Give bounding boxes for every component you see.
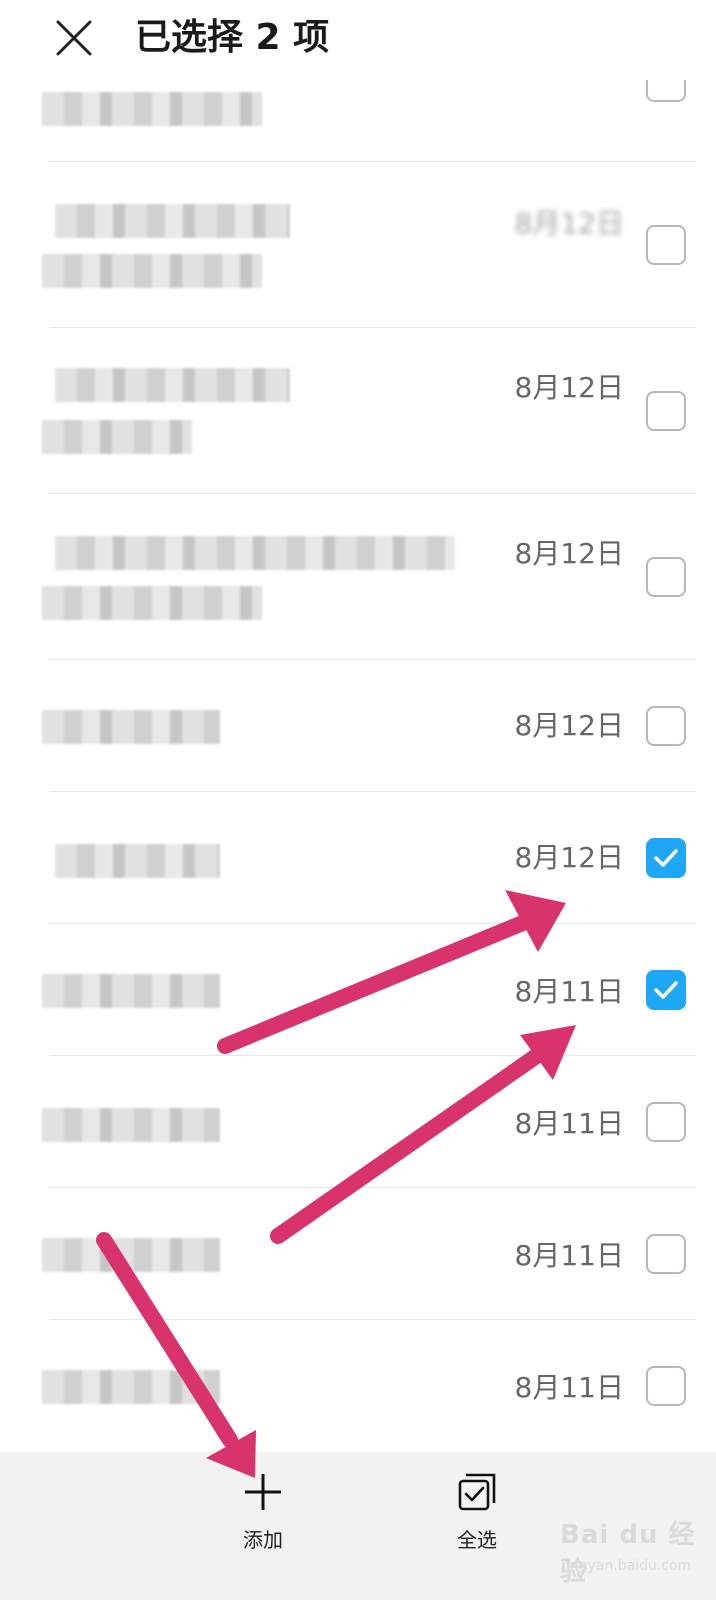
item-checkbox[interactable] [646,706,686,746]
item-date: 8月12日 [514,207,624,240]
blurred-preview [42,254,262,288]
blurred-sender [55,368,290,402]
item-date: 8月11日 [514,975,624,1008]
list-item[interactable]: 8月11日 [0,1320,716,1452]
item-checkbox[interactable] [646,1102,686,1142]
blurred-preview [42,420,192,454]
list-item[interactable]: 8月12日 [0,660,716,792]
select-all-label: 全选 [457,1528,497,1552]
list-item[interactable]: 8月11日 [0,1056,716,1188]
blurred-sender [42,1108,220,1142]
blurred-sender [42,710,220,744]
list-item[interactable]: 8月11日 [0,1188,716,1320]
list-item[interactable]: 8月12日 [0,494,716,660]
selection-header: 已选择 2 项 [0,0,716,80]
item-date: 8月12日 [514,841,624,874]
plus-icon [245,1474,281,1510]
baidu-watermark: Bai du 经验 jingyan.baidu.com [540,1500,710,1587]
item-date: 8月11日 [514,1371,624,1404]
list-item[interactable] [0,62,716,162]
blurred-sender [42,1370,220,1404]
blurred-sender [42,974,220,1008]
item-date: 8月12日 [514,537,624,570]
close-icon [56,20,92,56]
watermark-url: jingyan.baidu.com [562,1558,692,1574]
item-date: 8月12日 [514,709,624,742]
message-list[interactable]: 8月12日 8月12日 8月12日 8月12日 8月12日 8月11日 8月11… [0,0,716,1480]
close-button[interactable] [54,18,94,58]
list-item[interactable]: 8月12日 [0,162,716,328]
item-checkbox[interactable] [646,1366,686,1406]
item-checkbox[interactable] [646,225,686,265]
item-checkbox-checked[interactable] [646,838,686,878]
add-button[interactable]: 添加 [203,1472,323,1553]
add-label: 添加 [243,1528,283,1552]
blurred-sender [55,844,220,878]
list-item[interactable]: 8月12日 [0,328,716,494]
checkmark-icon [654,849,678,867]
blurred-sender [42,1238,220,1272]
blurred-preview [42,92,262,126]
select-all-button[interactable]: 全选 [417,1472,537,1553]
item-date: 8月12日 [514,371,624,404]
select-all-icon [458,1473,496,1511]
item-checkbox[interactable] [646,557,686,597]
blurred-sender [55,204,290,238]
item-date: 8月11日 [514,1107,624,1140]
blurred-sender [55,536,455,570]
checkmark-icon [654,981,678,999]
item-checkbox[interactable] [646,391,686,431]
blurred-preview [42,586,262,620]
item-checkbox-checked[interactable] [646,970,686,1010]
item-checkbox[interactable] [646,1234,686,1274]
watermark-brand: Bai du 经验 [560,1520,696,1587]
list-item[interactable]: 8月12日 [0,792,716,924]
page-title: 已选择 2 项 [135,17,330,58]
list-item[interactable]: 8月11日 [0,924,716,1056]
item-date: 8月11日 [514,1239,624,1272]
